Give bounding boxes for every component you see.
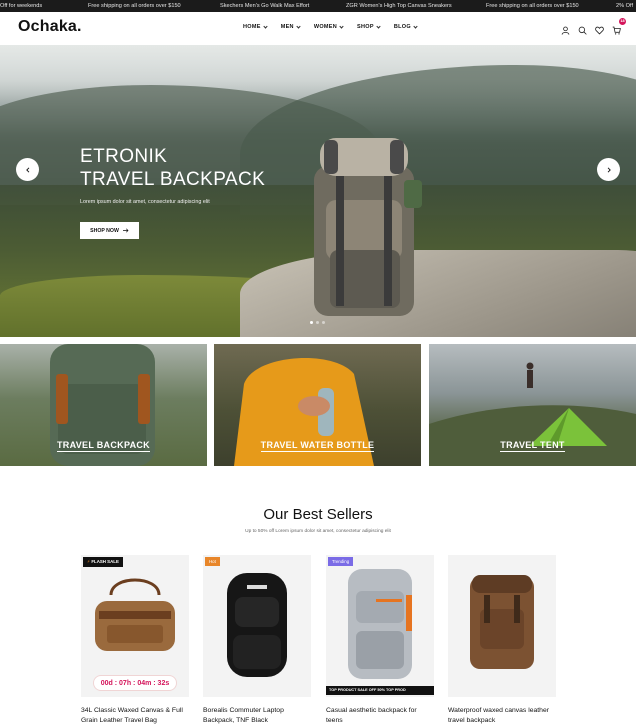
product-card[interactable]: Hot Borealis Commuter Laptop Backpack, T… bbox=[203, 555, 311, 726]
shop-now-button[interactable]: SHOP NOW bbox=[80, 222, 139, 239]
category-label: TRAVEL TENT bbox=[500, 440, 565, 452]
slider-dot[interactable] bbox=[316, 321, 319, 324]
nav-item-men[interactable]: MEN bbox=[280, 23, 301, 30]
heart-icon[interactable] bbox=[595, 22, 604, 35]
product-card[interactable]: ⚡ FLASH SALE 00d : 07h : 04m : 32s 34L C… bbox=[81, 555, 189, 726]
badge-label: FLASH SALE bbox=[91, 559, 119, 564]
slider-next-button[interactable] bbox=[597, 158, 620, 181]
product-card[interactable]: Trending TOP PRODUCT SALE OFF 50% TOP PR… bbox=[326, 555, 434, 726]
hero-slider: ETRONIK TRAVEL BACKPACK Lorem ipsum dolo… bbox=[0, 45, 636, 337]
product-name[interactable]: Casual aesthetic backpack for teens bbox=[326, 706, 434, 726]
chevron-right-icon bbox=[607, 166, 611, 173]
header-actions: 18 bbox=[561, 18, 626, 35]
nav-label: MEN bbox=[280, 24, 294, 30]
slider-prev-button[interactable] bbox=[16, 158, 39, 181]
hero-subtitle: Lorem ipsum dolor sit amet, consectetur … bbox=[80, 199, 210, 205]
site-header: Ochaka. HOME MEN WOMEN SHOP BLOG 18 bbox=[0, 12, 636, 45]
hero-backpack-image bbox=[314, 138, 422, 316]
chevron-down-icon bbox=[339, 23, 344, 29]
category-travel-backpack[interactable]: TRAVEL BACKPACK bbox=[0, 344, 207, 466]
main-nav: HOME MEN WOMEN SHOP BLOG bbox=[243, 23, 431, 30]
category-travel-water-bottle[interactable]: TRAVEL WATER BOTTLE bbox=[214, 344, 421, 466]
hero-title: ETRONIK TRAVEL BACKPACK bbox=[80, 145, 265, 191]
search-icon[interactable] bbox=[578, 22, 587, 35]
hero-title-line: TRAVEL BACKPACK bbox=[80, 169, 266, 190]
lightning-icon: ⚡ bbox=[87, 559, 91, 564]
hero-title-line: ETRONIK bbox=[80, 146, 168, 167]
user-icon[interactable] bbox=[561, 22, 570, 35]
hot-badge: Hot bbox=[205, 557, 220, 566]
cart-icon[interactable]: 18 bbox=[612, 18, 626, 35]
nav-item-home[interactable]: HOME bbox=[243, 23, 268, 30]
site-logo[interactable]: Ochaka. bbox=[18, 18, 82, 36]
promo-strip: TOP PRODUCT SALE OFF 50% TOP PROD bbox=[326, 686, 434, 695]
section-title: Our Best Sellers bbox=[263, 506, 373, 523]
product-photo bbox=[227, 573, 287, 677]
announcement-message: Free shipping on all orders over $150 bbox=[486, 3, 579, 9]
chevron-down-icon bbox=[296, 23, 301, 29]
category-label: TRAVEL BACKPACK bbox=[56, 440, 150, 452]
nav-label: SHOP bbox=[357, 24, 374, 30]
nav-label: WOMEN bbox=[313, 24, 338, 30]
nav-item-women[interactable]: WOMEN bbox=[313, 23, 344, 30]
shop-now-label: SHOP NOW bbox=[90, 227, 119, 234]
category-travel-tent[interactable]: TRAVEL TENT bbox=[429, 344, 636, 466]
nav-item-blog[interactable]: BLOG bbox=[393, 23, 418, 30]
product-image[interactable]: ⚡ FLASH SALE 00d : 07h : 04m : 32s bbox=[81, 555, 189, 697]
nav-item-shop[interactable]: SHOP bbox=[357, 23, 381, 30]
announcement-message: Free shipping on all orders over $150 bbox=[88, 3, 181, 9]
arrow-right-icon bbox=[122, 228, 129, 233]
product-image[interactable]: Trending TOP PRODUCT SALE OFF 50% TOP PR… bbox=[326, 555, 434, 697]
cart-count-badge: 18 bbox=[619, 18, 626, 25]
product-photo bbox=[470, 575, 534, 669]
announcement-message: Off for weekends bbox=[0, 3, 43, 9]
nav-label: HOME bbox=[243, 24, 261, 30]
section-subtitle: Up to 50% off Lorem ipsum dolor sit amet… bbox=[245, 529, 391, 534]
category-label: TRAVEL WATER BOTTLE bbox=[260, 440, 375, 452]
slider-dot[interactable] bbox=[322, 321, 325, 324]
product-image[interactable]: Hot bbox=[203, 555, 311, 697]
trending-badge: Trending bbox=[328, 557, 354, 566]
flash-sale-badge: ⚡ FLASH SALE bbox=[83, 557, 123, 567]
chevron-down-icon bbox=[413, 23, 418, 29]
product-card[interactable]: Waterproof waxed canvas leather travel b… bbox=[448, 555, 556, 726]
chevron-left-icon bbox=[25, 166, 29, 173]
announcement-track: Off for weekends Free shipping on all or… bbox=[0, 0, 636, 12]
announcement-bar: Off for weekends Free shipping on all or… bbox=[0, 0, 636, 12]
announcement-message: ZGR Women's High Top Canvas Sneakers bbox=[346, 3, 452, 9]
product-name[interactable]: Waterproof waxed canvas leather travel b… bbox=[448, 706, 556, 726]
announcement-message: Skechers Men's Go Walk Max Effort bbox=[220, 3, 310, 9]
chevron-down-icon bbox=[376, 23, 381, 29]
slider-dot[interactable] bbox=[310, 321, 313, 324]
countdown-timer: 00d : 07h : 04m : 32s bbox=[93, 675, 177, 691]
nav-label: BLOG bbox=[393, 24, 411, 30]
product-name[interactable]: 34L Classic Waxed Canvas & Full Grain Le… bbox=[81, 706, 189, 726]
announcement-message: 2% Off bbox=[616, 3, 633, 9]
product-image[interactable] bbox=[448, 555, 556, 697]
slider-dots bbox=[310, 321, 325, 324]
product-photo bbox=[348, 569, 412, 679]
chevron-down-icon bbox=[263, 23, 268, 29]
product-name[interactable]: Borealis Commuter Laptop Backpack, TNF B… bbox=[203, 706, 311, 726]
